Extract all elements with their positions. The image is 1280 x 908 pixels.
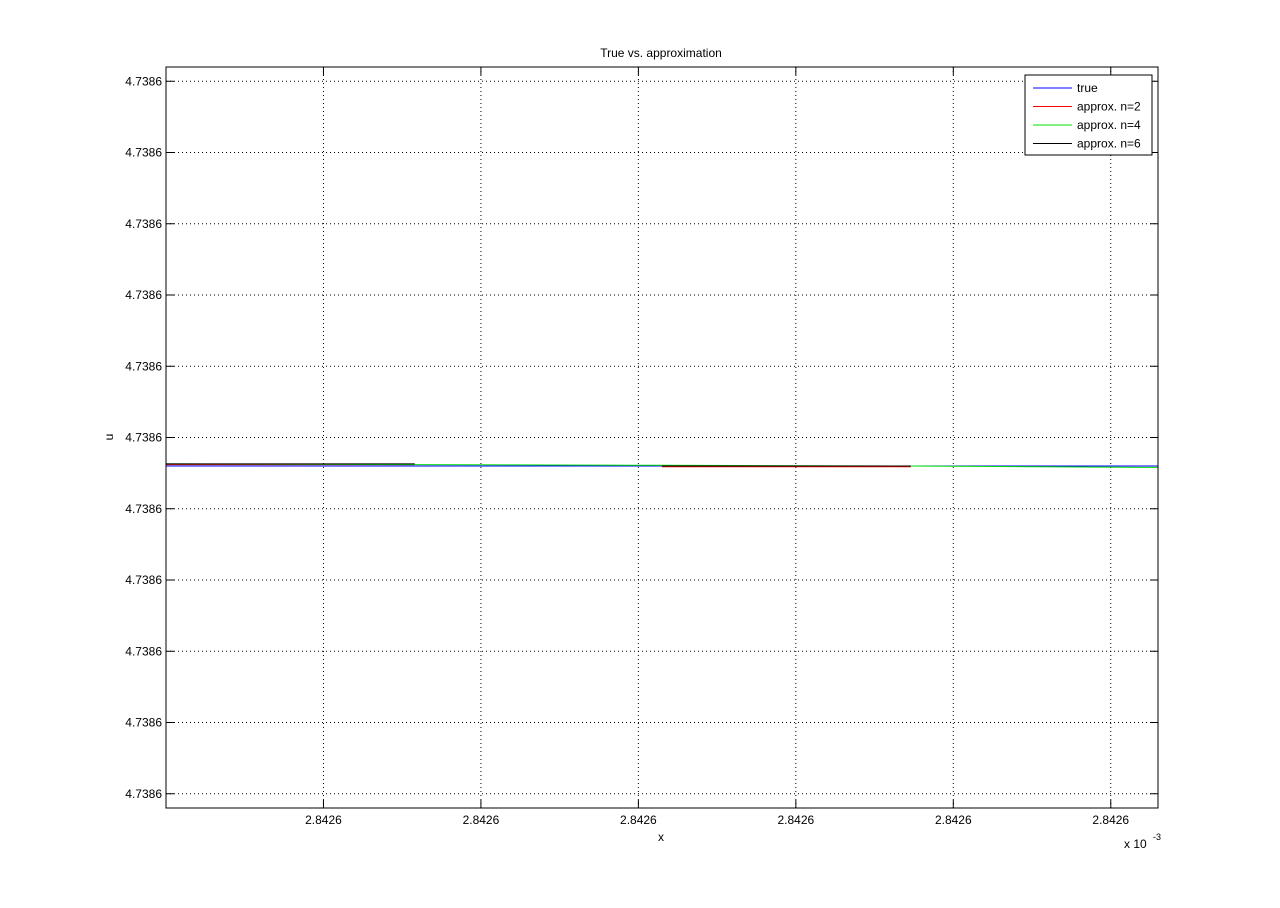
y-tick-label: 4.7386 bbox=[125, 288, 162, 302]
legend-label: approx. n=6 bbox=[1077, 137, 1141, 151]
x-tick-label: 2.8426 bbox=[620, 813, 657, 827]
y-axis-label: u bbox=[102, 434, 116, 441]
y-tick-label: 4.7386 bbox=[125, 644, 162, 658]
y-tick-label: 4.7386 bbox=[125, 146, 162, 160]
y-tick-label: 4.7386 bbox=[125, 217, 162, 231]
legend-label: approx. n=4 bbox=[1077, 118, 1141, 132]
chart-title: True vs. approximation bbox=[600, 46, 722, 60]
y-tick-label: 4.7386 bbox=[125, 787, 162, 801]
y-tick-label: 4.7386 bbox=[125, 359, 162, 373]
y-tick-label: 4.7386 bbox=[125, 573, 162, 587]
y-tick-label: 4.7386 bbox=[125, 74, 162, 88]
legend-label: true bbox=[1077, 81, 1098, 95]
legend: true approx. n=2 approx. n=4 approx. n=6 bbox=[1024, 74, 1153, 156]
x-axis-multiplier-text: x 10 bbox=[1124, 837, 1147, 851]
x-tick-label: 2.8426 bbox=[777, 813, 814, 827]
x-axis-exponent-text: -3 bbox=[1153, 832, 1161, 842]
x-axis-label: x bbox=[658, 830, 664, 844]
legend-label: approx. n=2 bbox=[1077, 100, 1141, 114]
x-tick-label: 2.8426 bbox=[463, 813, 500, 827]
x-tick-label: 2.8426 bbox=[305, 813, 342, 827]
chart-figure: True vs. approximation 2.8426 2.8426 2.842… bbox=[0, 0, 1280, 908]
y-tick-label: 4.7386 bbox=[125, 716, 162, 730]
x-tick-label: 2.8426 bbox=[935, 813, 972, 827]
y-tick-label: 4.7386 bbox=[125, 431, 162, 445]
plot-area bbox=[165, 66, 1159, 809]
y-tick-label: 4.7386 bbox=[125, 502, 162, 516]
x-tick-label: 2.8426 bbox=[1092, 813, 1129, 827]
